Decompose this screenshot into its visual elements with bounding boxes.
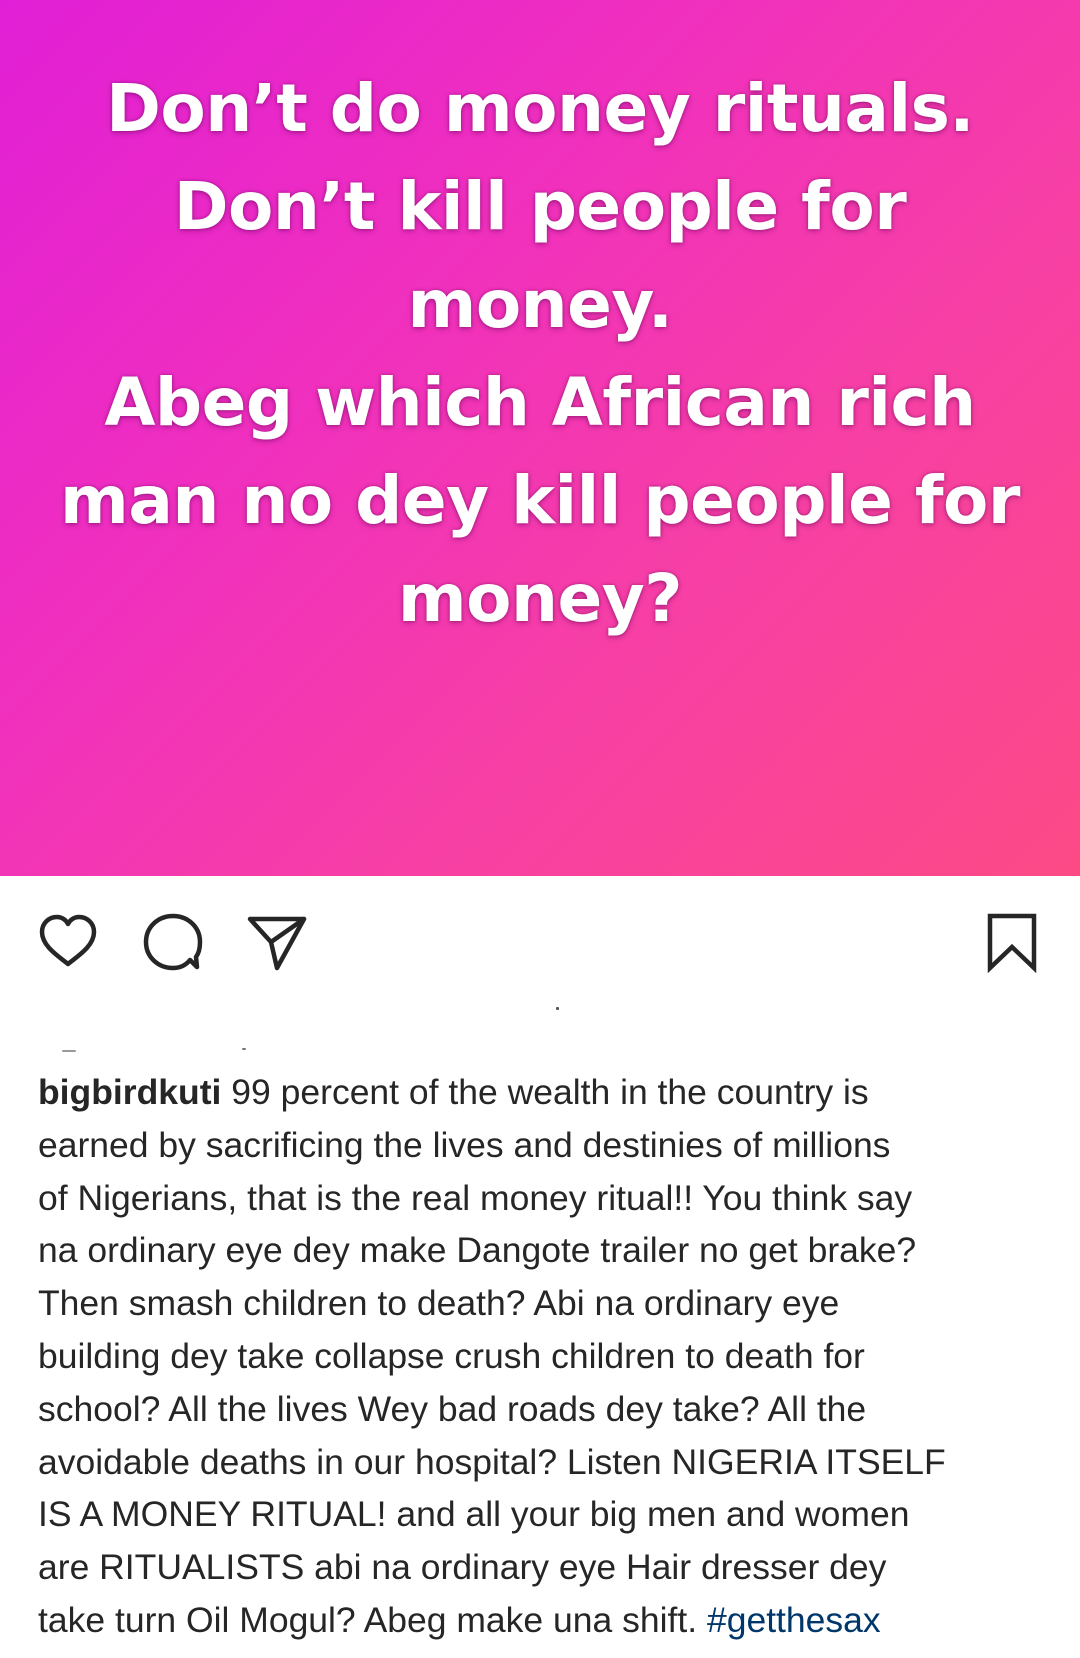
post-text-line: man no dey kill people for xyxy=(60,462,1020,539)
caption-line: Then smash children to death? Abi na ord… xyxy=(38,1283,840,1324)
hashtag-link[interactable]: #getthesax xyxy=(707,1600,881,1640)
caption-line: of Nigerians, that is the real money rit… xyxy=(38,1177,913,1218)
post-text-line: money? xyxy=(397,560,683,637)
comment-icon[interactable] xyxy=(140,910,204,974)
post-caption: bigbirdkuti 99 percent of the wealth in … xyxy=(38,1066,1058,1647)
caption-line: school? All the lives Wey bad roads dey … xyxy=(38,1388,867,1429)
caption-line: are RITUALISTS abi na ordinary eye Hair … xyxy=(38,1547,887,1588)
speck xyxy=(62,1050,76,1052)
speck xyxy=(556,1007,559,1010)
caption-line: building dey take collapse crush childre… xyxy=(38,1335,865,1376)
caption-line: bigbirdkuti 99 percent of the wealth in … xyxy=(38,1066,1058,1119)
post-text-line: Don’t kill people for xyxy=(173,168,907,245)
post-action-bar xyxy=(0,876,1080,998)
speck xyxy=(242,1048,246,1050)
post-text-line: Abeg which African rich xyxy=(104,364,976,441)
send-icon[interactable] xyxy=(244,910,308,974)
post-text-line: Don’t do money rituals. xyxy=(106,70,974,147)
post-text-line: money. xyxy=(407,266,673,343)
caption-line: take turn Oil Mogul? Abeg make una shift… xyxy=(38,1594,1058,1647)
username-link[interactable]: bigbirdkuti xyxy=(38,1072,221,1112)
post-image[interactable]: Don’t do money rituals. Don’t kill peopl… xyxy=(0,0,1080,876)
caption-text: 99 percent of the wealth in the country … xyxy=(231,1072,869,1112)
heart-icon[interactable] xyxy=(36,910,100,974)
caption-line: IS A MONEY RITUAL! and all your big men … xyxy=(38,1494,910,1535)
caption-line: na ordinary eye dey make Dangote trailer… xyxy=(38,1230,917,1271)
instagram-post: Don’t do money rituals. Don’t kill peopl… xyxy=(0,0,1080,1658)
artifact-specks xyxy=(0,998,1080,1068)
caption-line: earned by sacrificing the lives and dest… xyxy=(38,1124,891,1165)
caption-line: avoidable deaths in our hospital? Listen… xyxy=(38,1441,946,1482)
caption-text: take turn Oil Mogul? Abeg make una shift… xyxy=(38,1599,698,1640)
bookmark-icon[interactable] xyxy=(980,910,1044,974)
post-image-text: Don’t do money rituals. Don’t kill peopl… xyxy=(40,60,1040,648)
